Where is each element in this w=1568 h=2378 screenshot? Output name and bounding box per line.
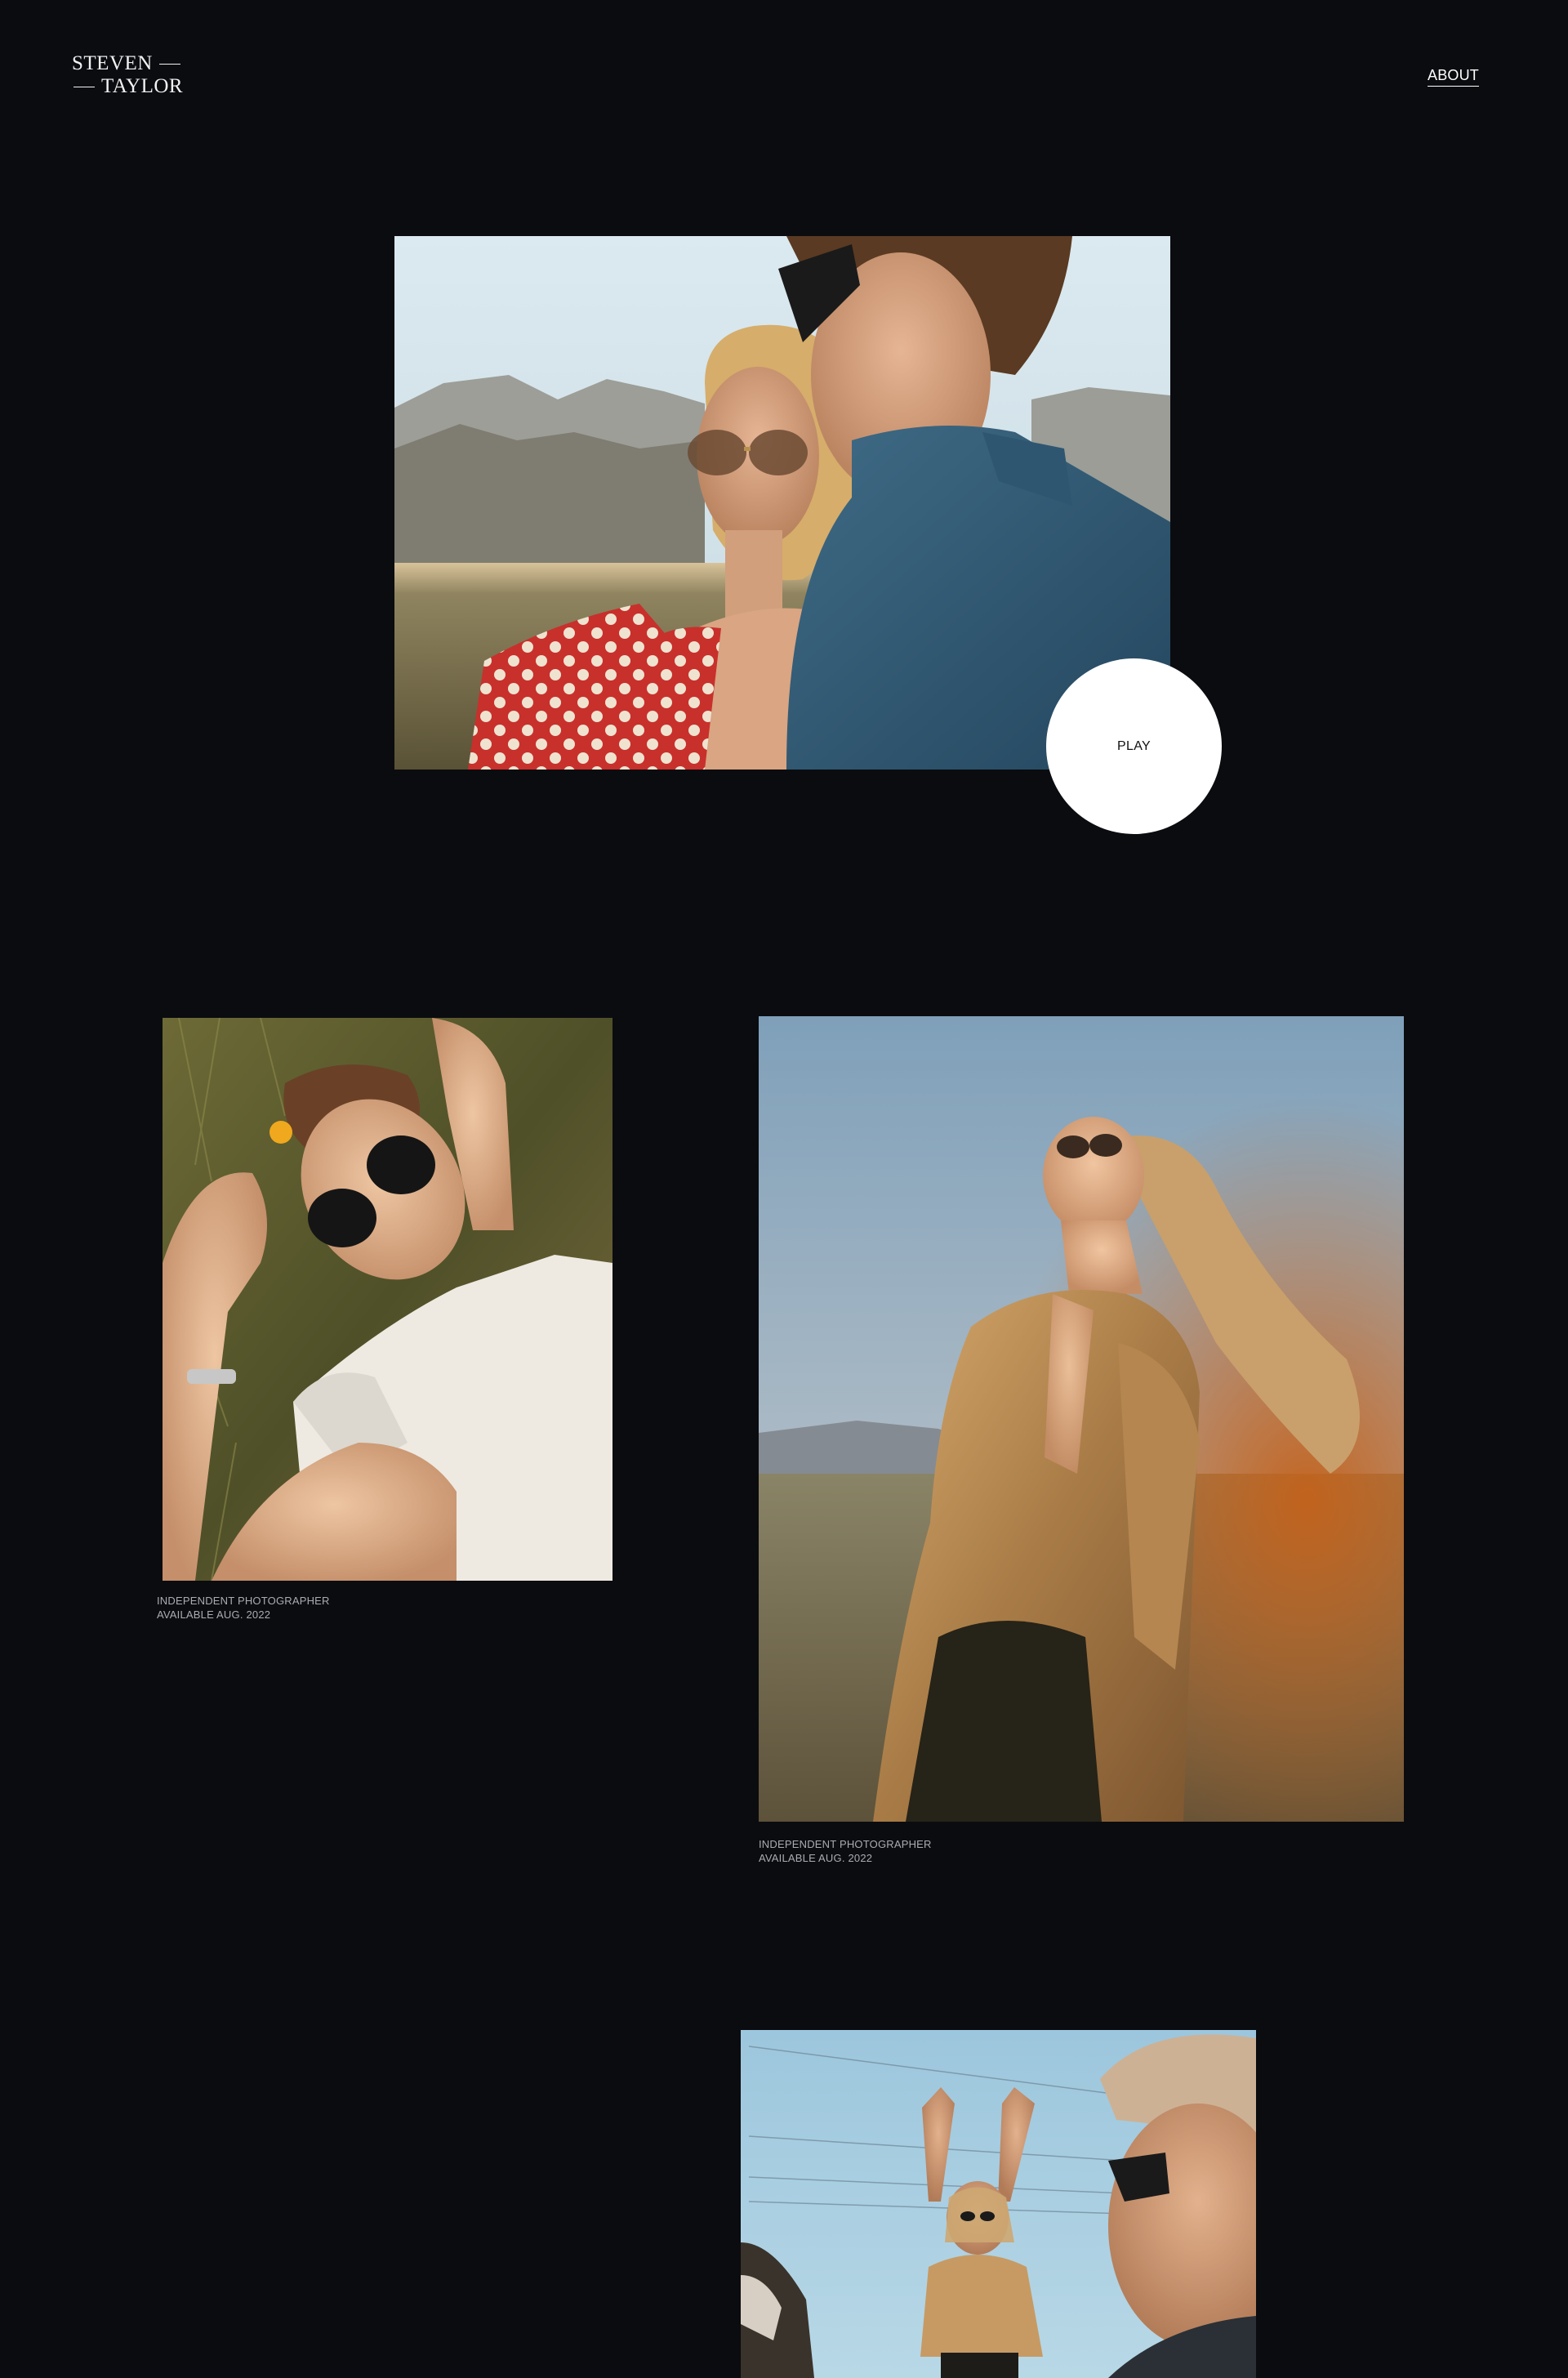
gallery-caption-2: INDEPENDENT PHOTOGRAPHER AVAILABLE AUG. … (759, 1837, 932, 1865)
gallery-photo-3[interactable] (741, 2030, 1256, 2378)
logo-line-2: TAYLOR (101, 75, 184, 97)
hero-photo-image (394, 236, 1170, 770)
logo-line-1: STEVEN (72, 52, 153, 74)
gallery-photo-3-image (741, 2030, 1256, 2378)
play-button[interactable]: PLAY (1046, 658, 1222, 834)
gallery-caption-1: INDEPENDENT PHOTOGRAPHER AVAILABLE AUG. … (157, 1594, 330, 1622)
gallery-photo-1[interactable] (163, 1018, 612, 1581)
hero-photo[interactable] (394, 236, 1170, 770)
caption-line: AVAILABLE AUG. 2022 (157, 1608, 271, 1621)
logo-dash (158, 63, 180, 65)
nav-about-link[interactable]: ABOUT (1428, 67, 1480, 87)
caption-line: INDEPENDENT PHOTOGRAPHER (157, 1595, 330, 1607)
caption-line: AVAILABLE AUG. 2022 (759, 1852, 873, 1864)
gallery-photo-2-image (759, 1016, 1404, 1822)
site-logo[interactable]: STEVEN TAYLOR (67, 52, 187, 98)
gallery-photo-2[interactable] (759, 1016, 1404, 1822)
gallery-photo-1-image (163, 1018, 612, 1581)
caption-line: INDEPENDENT PHOTOGRAPHER (759, 1838, 932, 1850)
